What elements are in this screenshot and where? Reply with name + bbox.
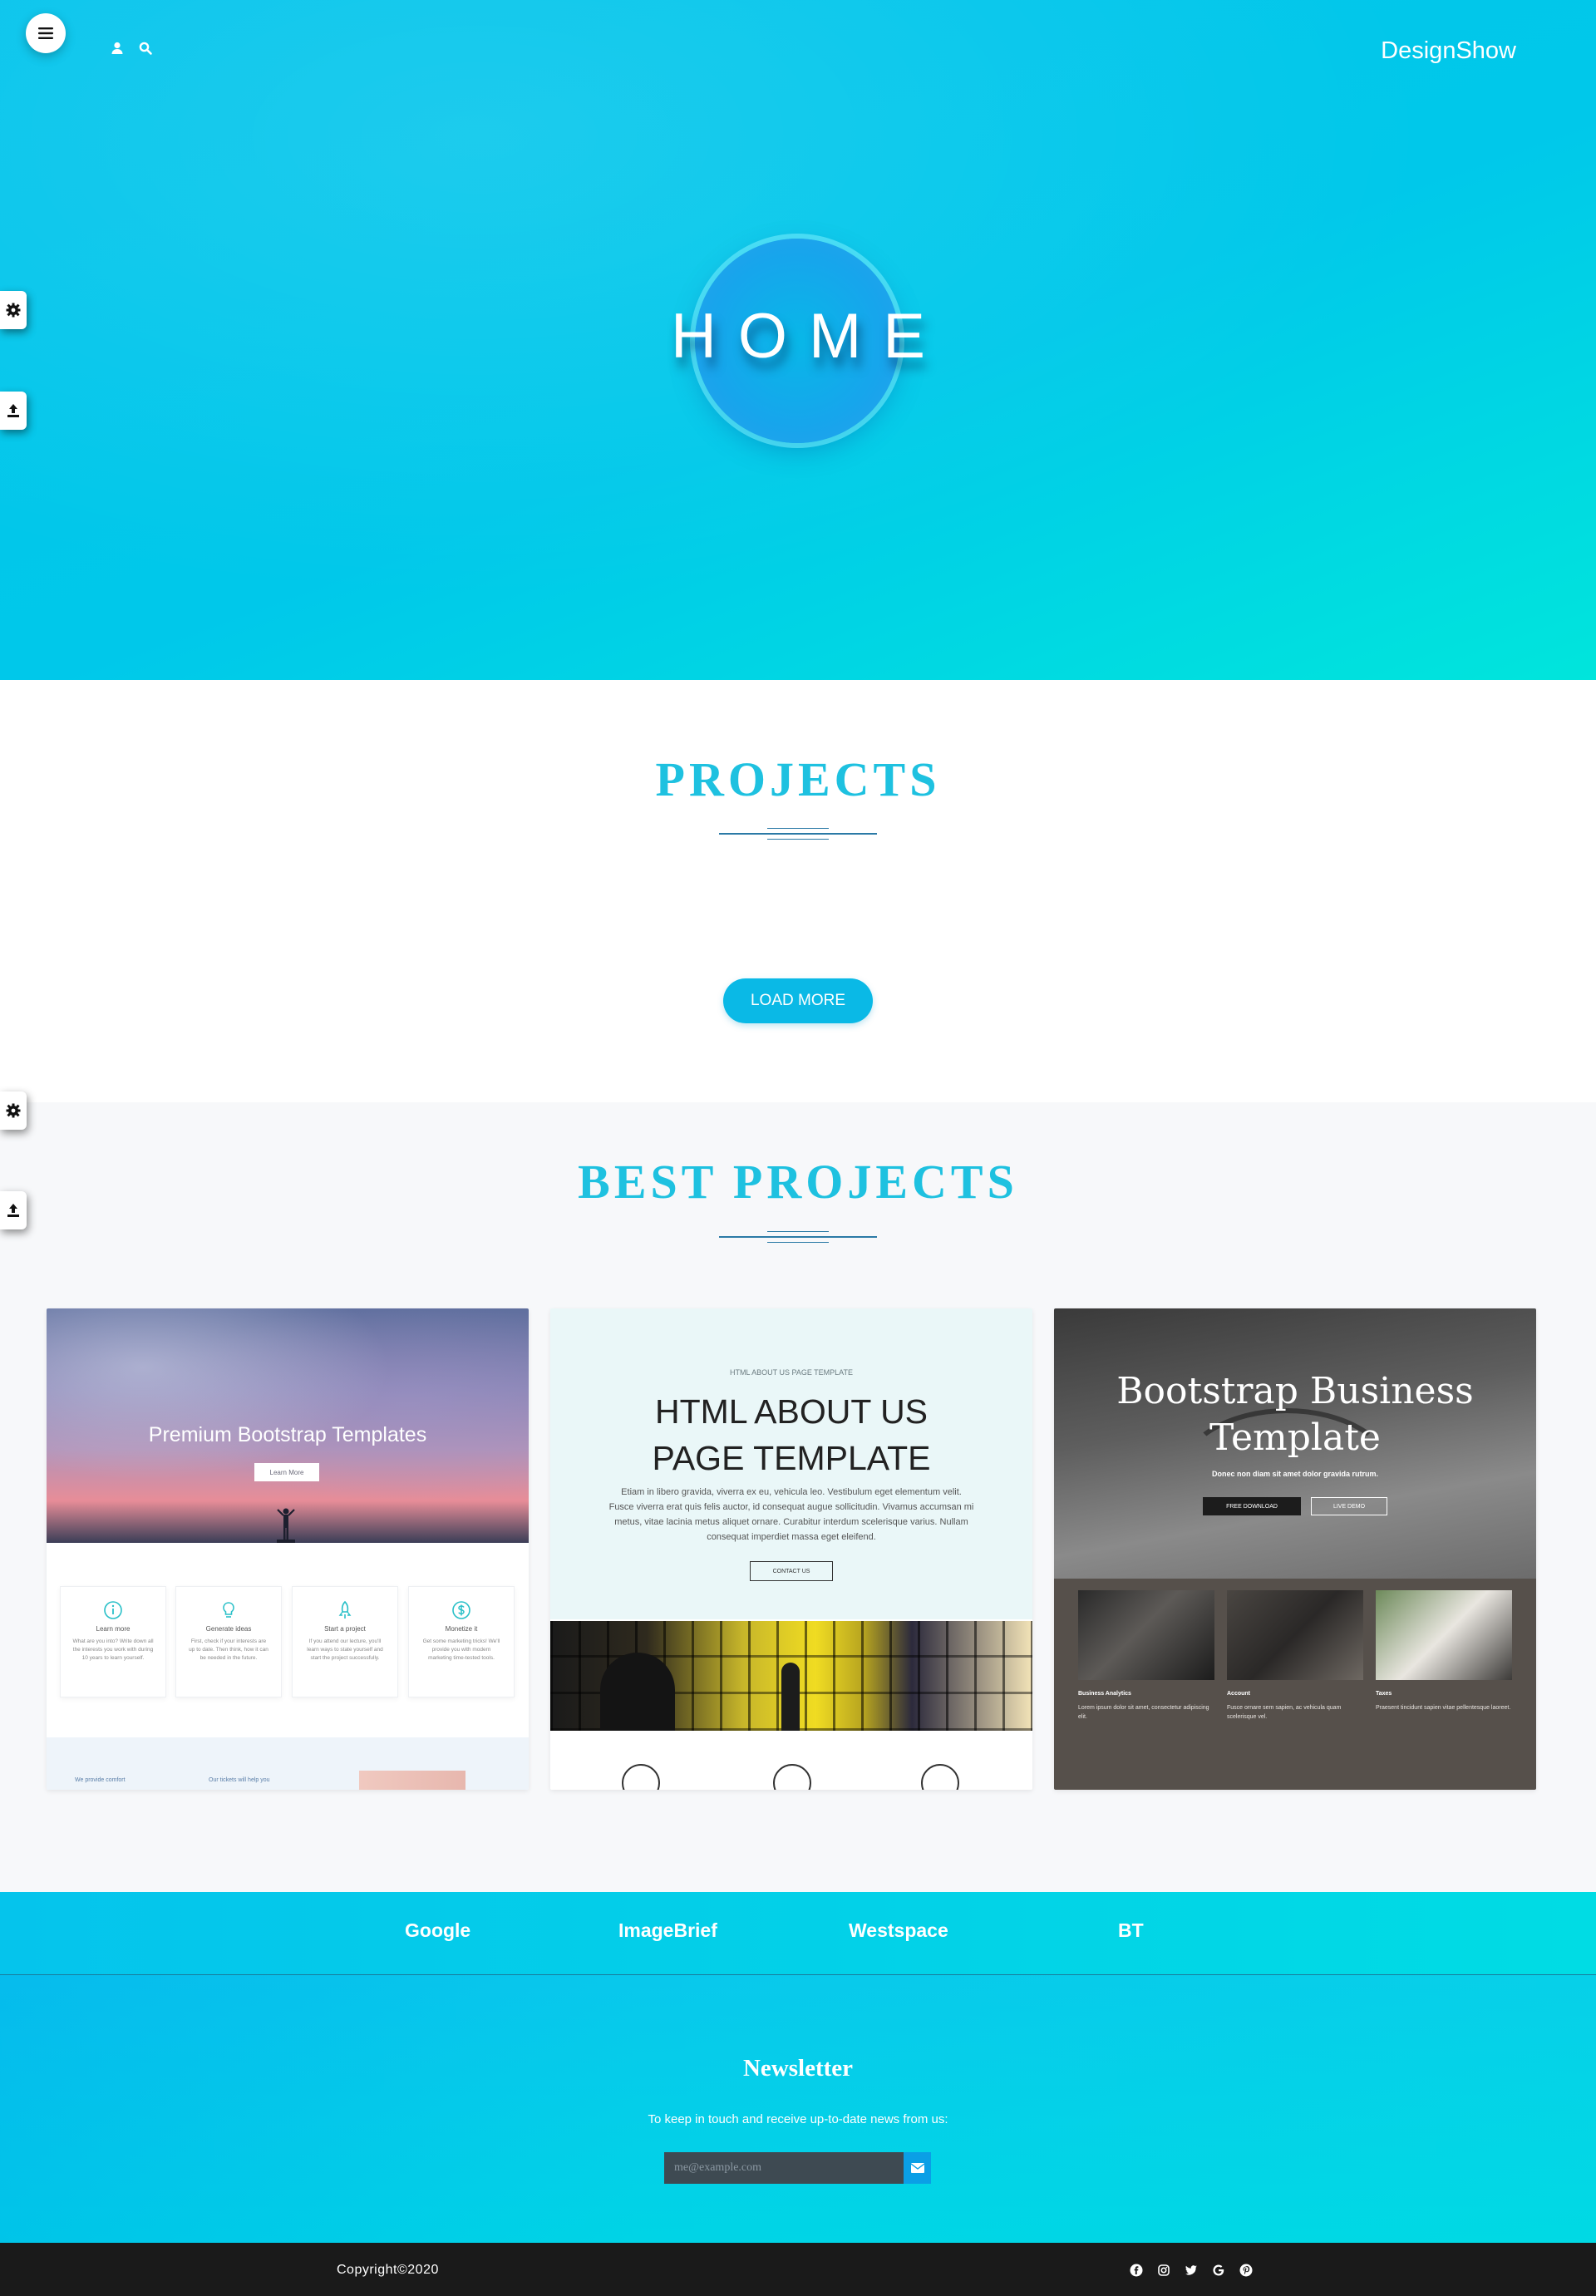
rocket-icon bbox=[338, 1600, 352, 1619]
envelope-icon bbox=[910, 2163, 924, 2173]
card-hero-image: Bootstrap Business Template Donec non di… bbox=[1054, 1308, 1536, 1579]
feature-name: Start a project bbox=[324, 1625, 366, 1633]
brand-link[interactable]: DesignShow bbox=[1381, 37, 1516, 65]
client-link-google[interactable]: Google bbox=[405, 1919, 470, 1942]
card-learn-more-button: Learn More bbox=[254, 1463, 319, 1481]
user-icon[interactable] bbox=[110, 41, 125, 56]
settings-side-button[interactable] bbox=[0, 291, 27, 329]
preview-text: Our tickets will help you bbox=[209, 1777, 270, 1783]
upload-side-button-2[interactable] bbox=[0, 1191, 27, 1229]
feature-text: Praesent tincidunt sapien vitae pellente… bbox=[1376, 1705, 1511, 1711]
card-feature-photo bbox=[1227, 1590, 1363, 1680]
card-bottom-preview: We provide comfort Our tickets will help… bbox=[47, 1737, 529, 1790]
instagram-icon[interactable] bbox=[1156, 2263, 1171, 2278]
facebook-icon[interactable] bbox=[1129, 2263, 1144, 2278]
lightbulb-icon bbox=[223, 1602, 234, 1618]
newsletter-subscribe-button[interactable] bbox=[904, 2152, 931, 2184]
best-projects-divider bbox=[719, 1231, 877, 1244]
upload-side-button[interactable] bbox=[0, 392, 27, 430]
project-card-2[interactable]: HTML ABOUT US PAGE TEMPLATE HTML ABOUT U… bbox=[550, 1308, 1032, 1790]
feature-tile: Start a project If you attend our lectur… bbox=[292, 1586, 398, 1697]
card-title-line: Template bbox=[1209, 1417, 1381, 1459]
feature-tile: Generate ideas First, check if your inte… bbox=[175, 1586, 282, 1697]
upload-icon bbox=[7, 404, 19, 417]
card-features-area: Business Analytics Account Taxes Lorem i… bbox=[1054, 1579, 1536, 1790]
newsletter-text: To keep in touch and receive up-to-date … bbox=[648, 2112, 948, 2126]
hero-title: HOME bbox=[671, 301, 947, 372]
feature-desc: Get some marketing tricks! We'll provide… bbox=[422, 1638, 500, 1661]
card-title-line: HTML ABOUT US bbox=[654, 1392, 929, 1431]
project-card-1[interactable]: Premium Bootstrap Templates Learn More L… bbox=[47, 1308, 529, 1790]
gear-icon bbox=[6, 303, 21, 318]
card-title: Bootstrap Business Template bbox=[1054, 1368, 1536, 1461]
clients-bar: Google ImageBrief Westspace BT bbox=[0, 1892, 1596, 1975]
card-title: HTML ABOUT US PAGE TEMPLATE bbox=[550, 1388, 1032, 1481]
gear-icon bbox=[6, 1103, 21, 1118]
feature-tile: Monetize it Get some marketing tricks! W… bbox=[408, 1586, 515, 1697]
client-link-imagebrief[interactable]: ImageBrief bbox=[618, 1919, 717, 1942]
smile-icon bbox=[622, 1764, 660, 1790]
copyright-text: Copyright©2020 bbox=[337, 2263, 439, 2277]
google-icon[interactable] bbox=[1211, 2263, 1226, 2278]
card-icon-row bbox=[550, 1749, 1032, 1790]
feature-name: Generate ideas bbox=[205, 1625, 252, 1633]
card-title-line: Bootstrap Business bbox=[1116, 1370, 1474, 1412]
card-demo-button: LIVE DEMO bbox=[1311, 1497, 1387, 1515]
best-projects-title: BEST PROJECTS bbox=[578, 1155, 1018, 1209]
newsletter-section: Newsletter To keep in touch and receive … bbox=[0, 1975, 1596, 2243]
preview-image bbox=[359, 1771, 466, 1790]
feature-heading: Taxes bbox=[1376, 1691, 1392, 1697]
feature-desc: First, check if your interests are up to… bbox=[189, 1638, 268, 1661]
upload-icon bbox=[7, 1204, 19, 1217]
info-icon bbox=[104, 1601, 122, 1619]
feature-text: Lorem ipsum dolor sit amet, consectetur … bbox=[1078, 1705, 1209, 1720]
client-link-bt[interactable]: BT bbox=[1118, 1919, 1144, 1942]
projects-title: PROJECTS bbox=[655, 752, 941, 806]
hamburger-icon bbox=[38, 27, 53, 39]
feature-heading: Account bbox=[1227, 1691, 1250, 1697]
card-body-text: Etiam in libero gravida, viverra ex eu, … bbox=[608, 1487, 974, 1542]
card-feature-photo bbox=[1376, 1590, 1512, 1680]
person-silhouette-icon bbox=[277, 1508, 295, 1543]
client-link-westspace[interactable]: Westspace bbox=[849, 1919, 948, 1942]
card-eyebrow: HTML ABOUT US PAGE TEMPLATE bbox=[729, 1368, 854, 1377]
card-title-line: PAGE TEMPLATE bbox=[652, 1439, 931, 1477]
search-icon[interactable] bbox=[138, 41, 153, 56]
globe-icon bbox=[773, 1764, 811, 1790]
card-title: Premium Bootstrap Templates bbox=[148, 1423, 427, 1446]
feature-desc: What are you into? Write down all the in… bbox=[72, 1638, 154, 1661]
card-contact-button: CONTACT US bbox=[750, 1561, 833, 1581]
load-more-button[interactable]: LOAD MORE bbox=[723, 978, 873, 1023]
card-photo bbox=[550, 1621, 1032, 1731]
pinterest-icon[interactable] bbox=[1239, 2263, 1254, 2278]
dollar-icon bbox=[452, 1601, 470, 1619]
newsletter-title: Newsletter bbox=[742, 2055, 854, 2082]
feature-name: Learn more bbox=[96, 1625, 131, 1633]
project-card-3[interactable]: Bootstrap Business Template Donec non di… bbox=[1054, 1308, 1536, 1790]
card-subtitle: Donec non diam sit amet dolor gravida ru… bbox=[1211, 1470, 1379, 1478]
hamburger-menu-button[interactable] bbox=[26, 13, 66, 53]
face-icon bbox=[921, 1764, 959, 1790]
footer: Copyright©2020 bbox=[0, 2243, 1596, 2296]
projects-divider bbox=[719, 828, 877, 841]
twitter-icon[interactable] bbox=[1184, 2263, 1199, 2278]
preview-text: We provide comfort bbox=[75, 1777, 126, 1783]
card-download-button: FREE DOWNLOAD bbox=[1203, 1497, 1301, 1515]
newsletter-email-input[interactable] bbox=[664, 2152, 904, 2184]
feature-text: Fusce ornare sem sapien, ac vehicula qua… bbox=[1227, 1705, 1342, 1720]
card-hero-image: Premium Bootstrap Templates Learn More bbox=[47, 1308, 529, 1543]
card-header-area: HTML ABOUT US PAGE TEMPLATE HTML ABOUT U… bbox=[550, 1308, 1032, 1619]
feature-heading: Business Analytics bbox=[1078, 1691, 1131, 1697]
hero-section: DesignShow HOME bbox=[0, 0, 1596, 680]
settings-side-button-2[interactable] bbox=[0, 1091, 27, 1130]
feature-tile: Learn more What are you into? Write down… bbox=[60, 1586, 166, 1697]
feature-desc: If you attend our lecture, you'll learn … bbox=[307, 1638, 383, 1661]
social-links bbox=[1129, 2263, 1254, 2278]
feature-name: Monetize it bbox=[445, 1625, 478, 1633]
card-feature-photo bbox=[1078, 1590, 1214, 1680]
